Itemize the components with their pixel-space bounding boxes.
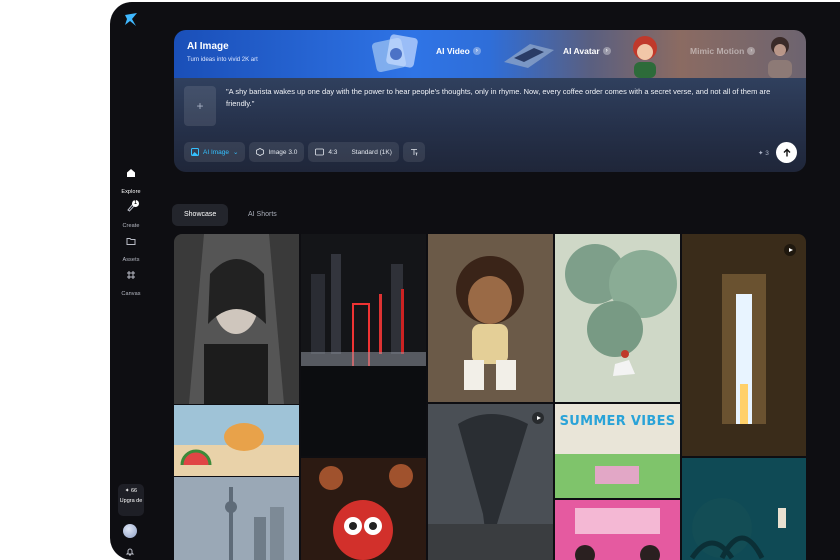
nav-explore-label: Explore — [121, 189, 141, 195]
upload-image-button[interactable]: + — [184, 86, 216, 126]
gallery-item-cat-watermelon[interactable] — [174, 405, 299, 476]
prompt-panel: + "A shy barista wakes up one day with t… — [174, 78, 806, 172]
mode-select[interactable]: AI Image ⌄ — [184, 142, 246, 162]
credits-count: ✦ 66 — [124, 488, 138, 494]
nav-create[interactable]: 1 Create — [110, 200, 152, 232]
cube-icon — [256, 148, 265, 156]
image-icon — [191, 148, 199, 156]
avatar[interactable] — [123, 524, 137, 538]
text-style-icon — [410, 149, 418, 156]
logo-icon[interactable] — [123, 12, 139, 28]
bell-icon[interactable] — [125, 547, 135, 557]
nav-canvas-label: Canvas — [121, 291, 141, 297]
play-icon[interactable] — [784, 244, 796, 256]
tab-ai-video-label: AI Video — [436, 46, 470, 56]
feature-banner[interactable]: AI Image Turn ideas into vivid 2K art AI… — [174, 30, 806, 78]
gallery-item-tornado[interactable] — [428, 404, 553, 560]
canvas-icon — [127, 271, 135, 279]
hero-art-video — [504, 44, 554, 68]
chevron-down-icon: ⌄ — [233, 149, 239, 156]
tab-mimic-motion[interactable]: Mimic Motion › — [690, 46, 756, 56]
hero-art-motion — [768, 37, 792, 78]
upgrade-label: Upgra de — [119, 498, 143, 504]
gallery-item-foggy-tower[interactable] — [174, 477, 299, 560]
hero-title: AI Image — [187, 41, 229, 52]
model-label: Image 3.0 — [268, 148, 298, 156]
ratio-quality-select[interactable]: 4:3 Standard (1K) — [308, 142, 399, 162]
aspect-ratio-icon — [315, 148, 325, 156]
tab-ai-avatar-label: AI Avatar — [563, 46, 600, 56]
create-badge: 1 — [132, 200, 139, 207]
gallery-item-portrait[interactable] — [174, 234, 299, 404]
prompt-toolbar: AI Image ⌄ Image 3.0 4:3 Standard (1K) — [184, 142, 425, 162]
credit-cost: ✦ 3 — [758, 150, 769, 157]
hero-art-avatar — [633, 36, 657, 78]
gallery-item-light-doorway[interactable] — [682, 234, 806, 456]
tab-ai-avatar[interactable]: AI Avatar › — [563, 46, 611, 56]
gallery-item-rider-painting[interactable] — [555, 234, 680, 402]
tab-mimic-motion-label: Mimic Motion — [690, 46, 745, 56]
generate-button[interactable] — [776, 142, 797, 163]
tab-showcase[interactable]: Showcase — [172, 204, 229, 226]
prompt-input[interactable]: "A shy barista wakes up one day with the… — [226, 86, 796, 110]
tab-ai-shorts[interactable]: AI Shorts — [236, 204, 289, 226]
nav-canvas[interactable]: Canvas — [110, 270, 152, 300]
play-icon[interactable] — [532, 412, 544, 424]
chevron-right-icon: › — [602, 47, 611, 55]
model-select[interactable]: Image 3.0 — [249, 142, 305, 162]
nav-assets[interactable]: Assets — [110, 236, 152, 266]
gallery-item-city-reflection[interactable] — [301, 234, 426, 456]
gallery-item-underwater-octopus[interactable] — [682, 458, 806, 560]
arrow-up-icon — [783, 148, 790, 156]
text-settings-button[interactable] — [402, 142, 425, 162]
hero-art-image — [371, 34, 418, 73]
nav-create-label: Create — [122, 223, 140, 229]
app-window: Explore 1 Create Assets Canvas ✦ 66 Upgr… — [110, 2, 840, 560]
nav-assets-label: Assets — [122, 257, 140, 263]
gallery-item-devil-monkey[interactable] — [301, 458, 426, 560]
nav-explore[interactable]: Explore — [110, 168, 152, 198]
chevron-right-icon: › — [472, 47, 481, 55]
showcase-gallery: SUMMER VIBES — [174, 234, 806, 560]
home-icon — [127, 169, 135, 177]
chevron-right-icon: › — [747, 47, 756, 55]
folder-icon — [126, 238, 136, 245]
mode-label: AI Image — [203, 148, 230, 156]
gallery-item-cartoon-girl[interactable] — [428, 234, 553, 402]
upgrade-button[interactable]: ✦ 66 Upgra de — [118, 484, 144, 516]
gallery-item-stage-event[interactable] — [555, 500, 680, 560]
ratio-label: 4:3 — [328, 148, 338, 156]
summer-vibes-text: SUMMER VIBES — [559, 414, 676, 429]
quality-label: Standard (1K) — [351, 148, 392, 156]
left-nav: Explore 1 Create Assets Canvas ✦ 66 Upgr… — [110, 2, 152, 560]
tab-ai-video[interactable]: AI Video › — [436, 46, 481, 56]
hero-subtitle: Turn ideas into vivid 2K art — [187, 57, 258, 63]
